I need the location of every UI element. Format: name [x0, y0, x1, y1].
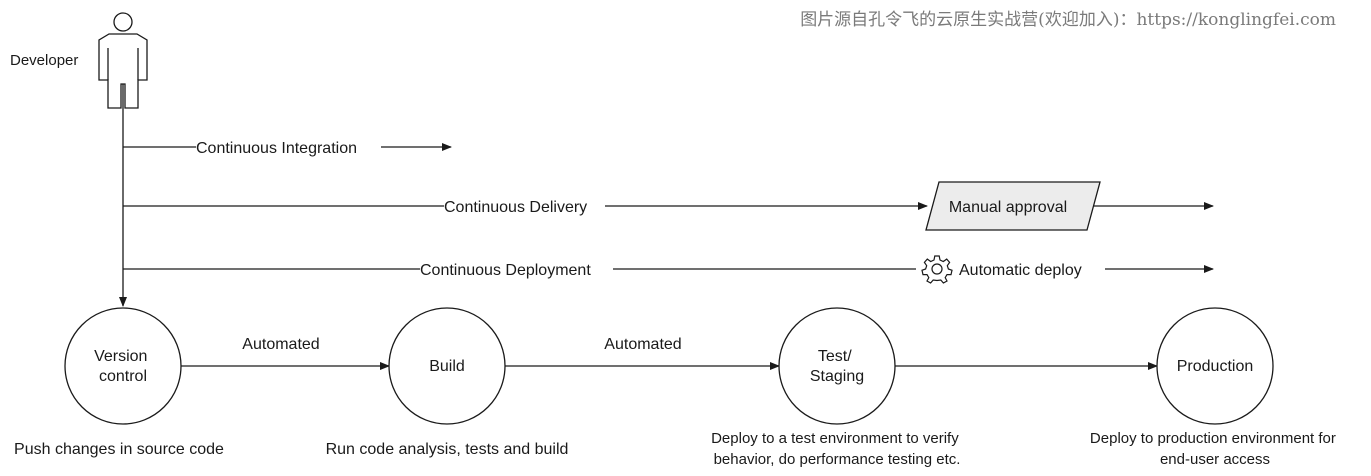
stage-label: Build [429, 358, 465, 375]
pipeline-diagram: 图片源自孔令飞的云原生实战营(欢迎加入)：https://konglingfei… [10, 10, 1340, 468]
flow-label-delivery: Continuous Delivery [444, 199, 587, 216]
flow-continuous-delivery: Continuous Delivery Manual approval [123, 181, 1214, 231]
manual-approval-box: Manual approval [925, 181, 1101, 231]
stage-test-staging: Test/ Staging Deploy to a test environme… [711, 307, 963, 468]
flow-label-deployment: Continuous Deployment [420, 262, 591, 279]
flow-continuous-integration: Continuous Integration [123, 140, 452, 157]
flow-continuous-deployment: Continuous Deployment Automatic deploy [123, 255, 1214, 284]
stage-build: Build Run code analysis, tests and build [326, 307, 569, 458]
gear-icon [921, 255, 953, 284]
stage-description: Deploy to production environment for end… [1090, 430, 1340, 468]
transition-label: Automated [242, 336, 319, 353]
stage-production: Production Deploy to production environm… [1090, 307, 1340, 468]
stage-label: Production [1177, 358, 1254, 375]
transition-build-to-test: Automated [505, 336, 780, 370]
transition-label: Automated [604, 336, 681, 353]
watermark-text: 图片源自孔令飞的云原生实战营(欢迎加入)：https://konglingfei… [800, 10, 1336, 30]
manual-approval-label: Manual approval [949, 199, 1067, 216]
stage-version-control: Version control Push changes in source c… [14, 307, 224, 458]
stage-description: Run code analysis, tests and build [326, 441, 569, 458]
flow-label-ci: Continuous Integration [196, 140, 357, 157]
transition-vc-to-build: Automated [181, 336, 390, 370]
automatic-deploy-label: Automatic deploy [959, 262, 1082, 279]
stage-description: Push changes in source code [14, 441, 224, 458]
actor-label: Developer [10, 52, 78, 69]
stage-description: Deploy to a test environment to verify b… [711, 430, 963, 468]
